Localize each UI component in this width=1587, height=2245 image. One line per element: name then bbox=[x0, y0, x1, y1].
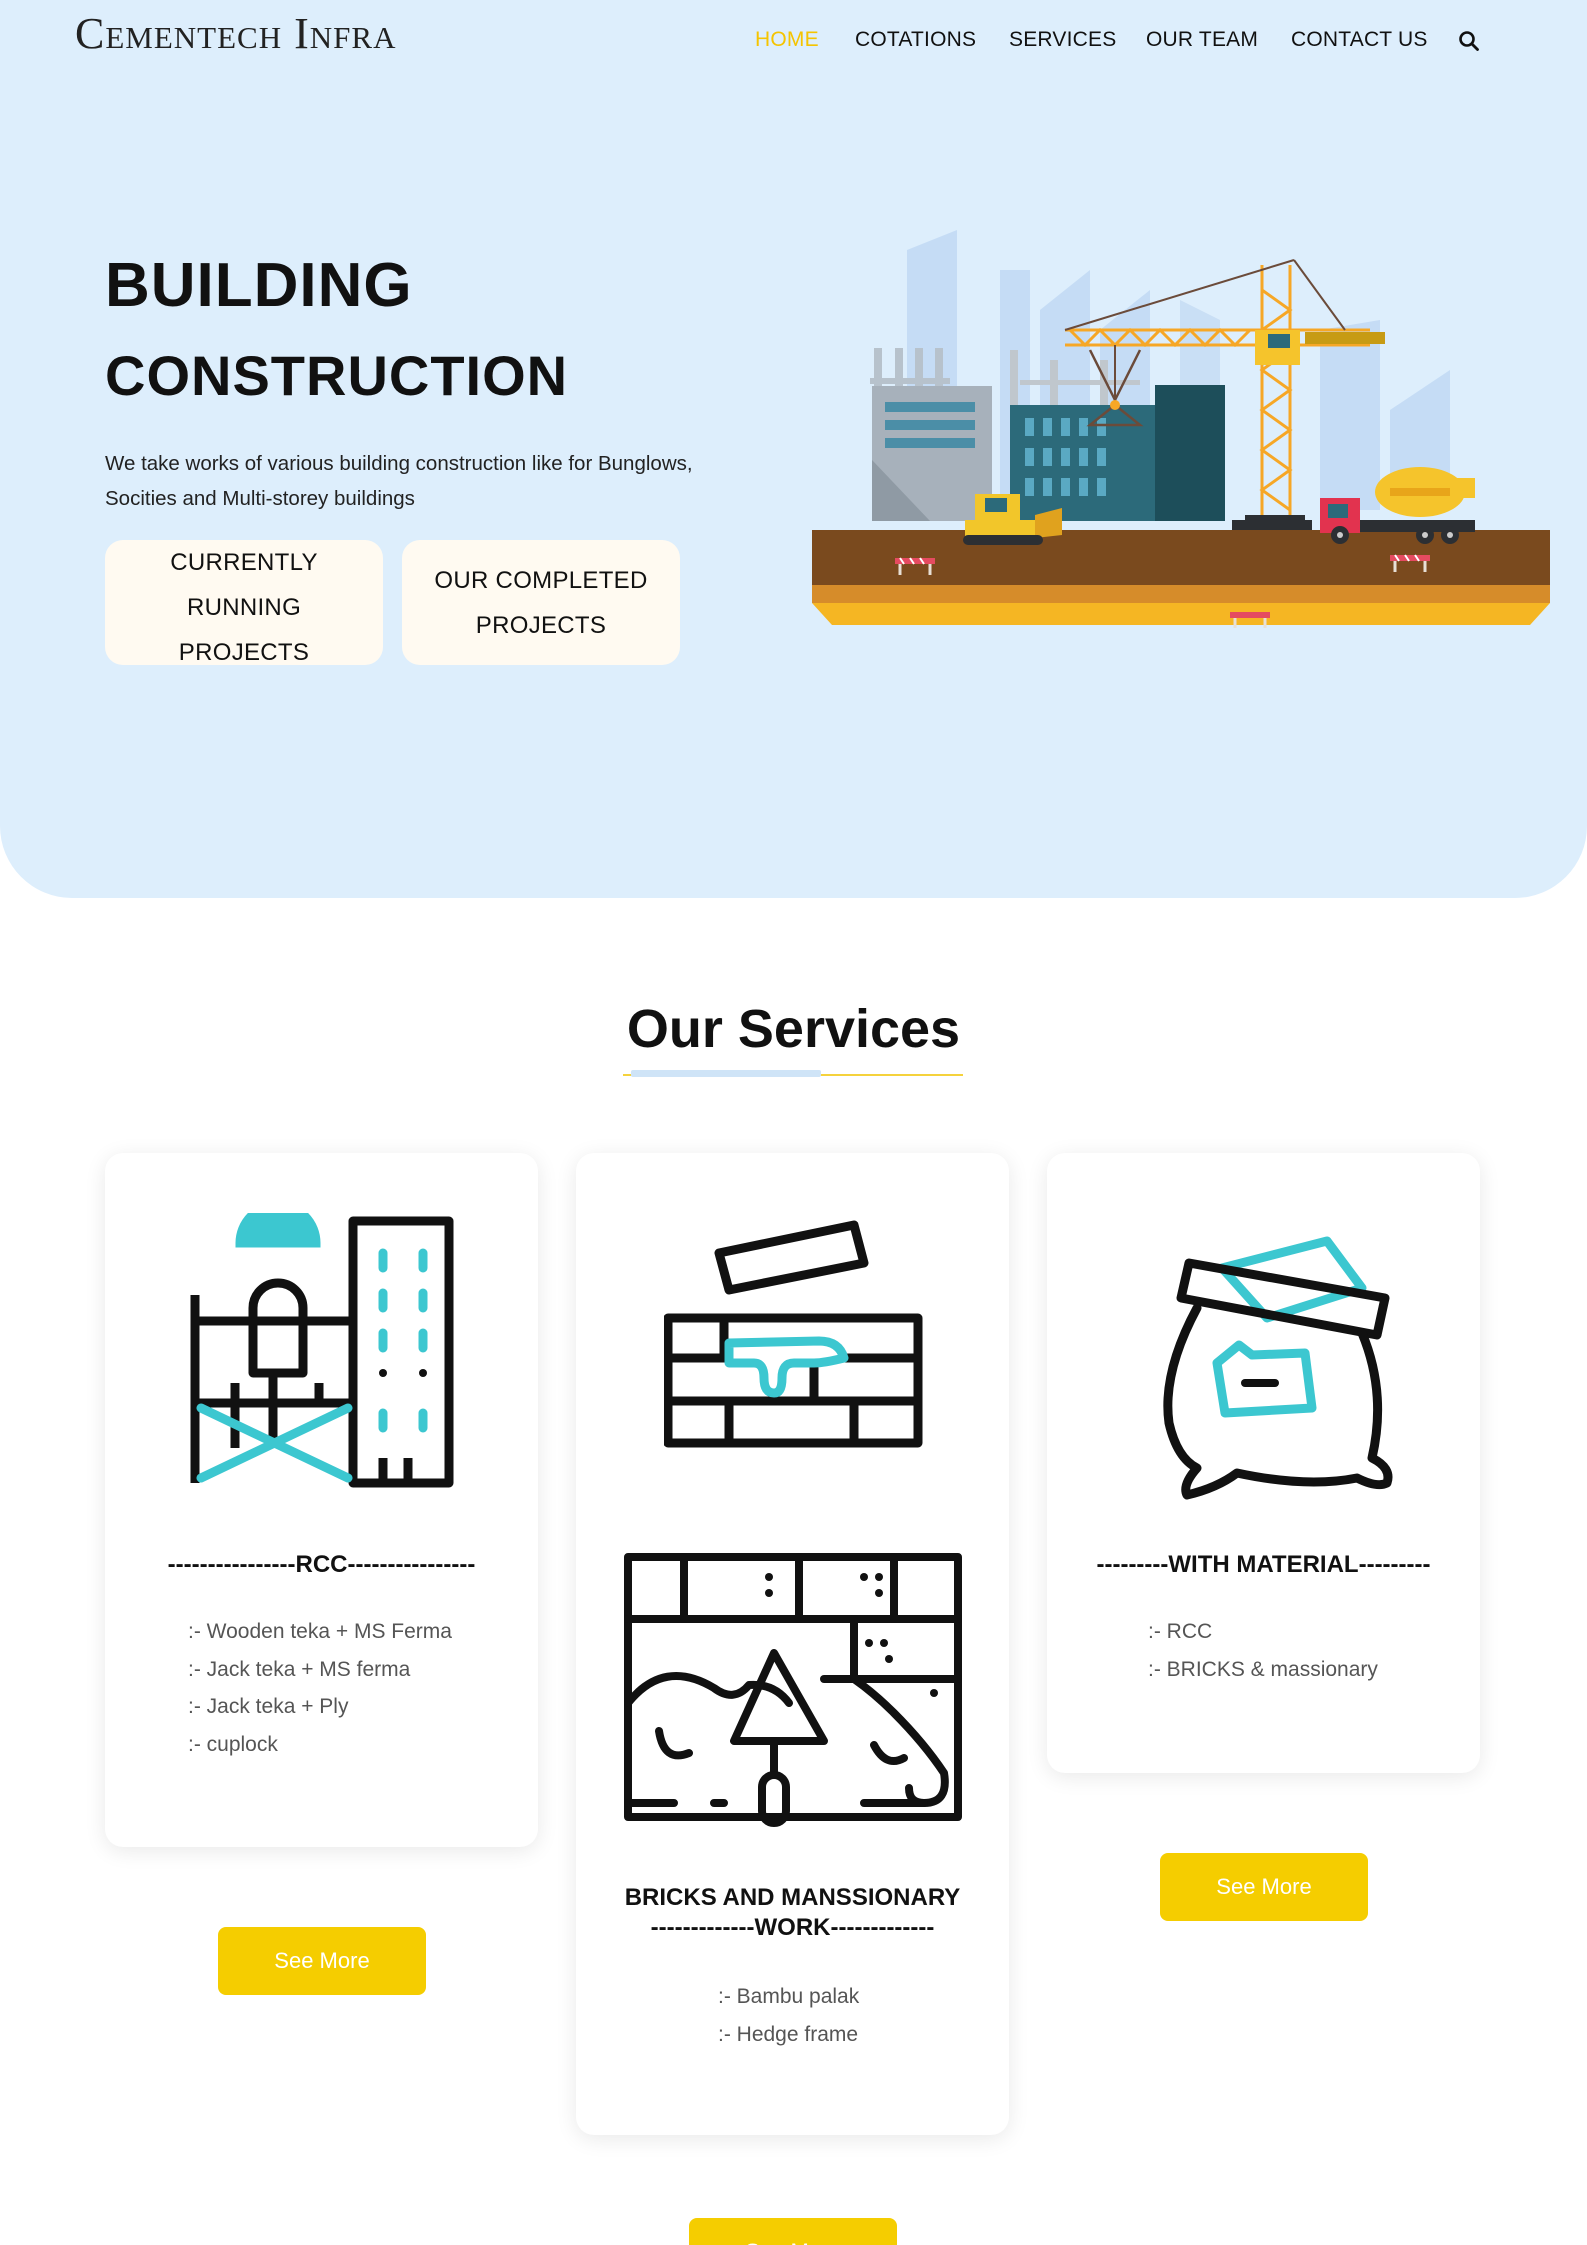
list-item: :- cuplock bbox=[188, 1732, 278, 1756]
nav-item-cotations[interactable]: COTATIONS bbox=[855, 28, 976, 52]
bricks-icon bbox=[664, 1220, 923, 1448]
bricks-heading-line2: -------------WORK------------- bbox=[650, 1914, 935, 1941]
list-item: :- BRICKS & massionary bbox=[1148, 1657, 1378, 1681]
card-accent-bar bbox=[105, 1839, 538, 1855]
running-projects-label-1: CURRENTLY RUNNING bbox=[170, 549, 318, 621]
main-nav: HOME COTATIONS SERVICES OUR TEAM CONTACT… bbox=[0, 24, 1587, 58]
services-title-underline bbox=[623, 1068, 963, 1078]
construction-site-illustration bbox=[812, 230, 1550, 628]
list-item: :- RCC bbox=[1148, 1620, 1213, 1643]
service-card-bricks: BRICKS AND MANSSIONARY -------------WORK… bbox=[576, 1153, 1009, 2143]
worker-scaffolding-icon bbox=[190, 1213, 454, 1488]
nav-item-home[interactable]: HOME bbox=[755, 28, 819, 52]
rcc-see-more-button[interactable]: See More bbox=[218, 1927, 426, 1995]
completed-projects-label-2: PROJECTS bbox=[475, 611, 607, 639]
list-item: :- Wooden teka + MS Ferma bbox=[188, 1620, 452, 1643]
list-item: :- Hedge frame bbox=[718, 2022, 859, 2046]
rcc-list: :- Wooden teka + MS Ferma :- Jack teka +… bbox=[188, 1613, 452, 1763]
list-item: :- Jack teka + Ply bbox=[188, 1695, 349, 1718]
cement-bag-icon bbox=[1163, 1236, 1393, 1500]
bricks-heading-line1: BRICKS AND MANSSIONARY bbox=[624, 1884, 961, 1911]
completed-projects-label-1: OUR COMPLETED bbox=[434, 566, 648, 594]
hero-description: We take works of various building constr… bbox=[105, 452, 693, 510]
bricks-see-more-button[interactable]: See More bbox=[689, 2218, 897, 2245]
bricks-list: :- Bambu palak :- Hedge frame bbox=[718, 1978, 859, 2053]
search-icon[interactable] bbox=[1458, 30, 1480, 52]
service-card-rcc: ----------------RCC---------------- :- W… bbox=[105, 1153, 538, 1855]
hero-title-line2: CONSTRUCTION bbox=[105, 344, 569, 407]
nav-item-contact-us[interactable]: CONTACT US bbox=[1291, 28, 1428, 52]
hero-title-line1: BUILDING bbox=[105, 251, 413, 320]
list-item: :- Jack teka + MS ferma bbox=[188, 1657, 411, 1681]
service-card-with-material: ---------WITH MATERIAL--------- :- RCC :… bbox=[1047, 1153, 1480, 1781]
card-accent-bar bbox=[1047, 1765, 1480, 1781]
rcc-heading: ----------------RCC---------------- bbox=[167, 1551, 476, 1578]
list-item: :- Bambu palak bbox=[718, 1985, 860, 2008]
services-title: Our Services bbox=[626, 999, 961, 1059]
material-see-more-button[interactable]: See More bbox=[1160, 1853, 1368, 1921]
nav-item-services[interactable]: SERVICES bbox=[1009, 28, 1116, 52]
card-accent-bar bbox=[576, 2127, 1009, 2143]
nav-item-our-team[interactable]: OUR TEAM bbox=[1146, 28, 1258, 52]
material-heading: ---------WITH MATERIAL--------- bbox=[1096, 1551, 1431, 1578]
completed-projects-button[interactable]: OUR COMPLETED PROJECTS bbox=[402, 540, 680, 665]
underline-blue bbox=[631, 1070, 821, 1077]
material-list: :- RCC :- BRICKS & massionary bbox=[1148, 1613, 1378, 1688]
wall-trowel-icon bbox=[624, 1553, 962, 1827]
running-projects-button[interactable]: CURRENTLY RUNNING PROJECTS bbox=[105, 540, 383, 666]
running-projects-label-2: PROJECTS bbox=[178, 639, 310, 666]
